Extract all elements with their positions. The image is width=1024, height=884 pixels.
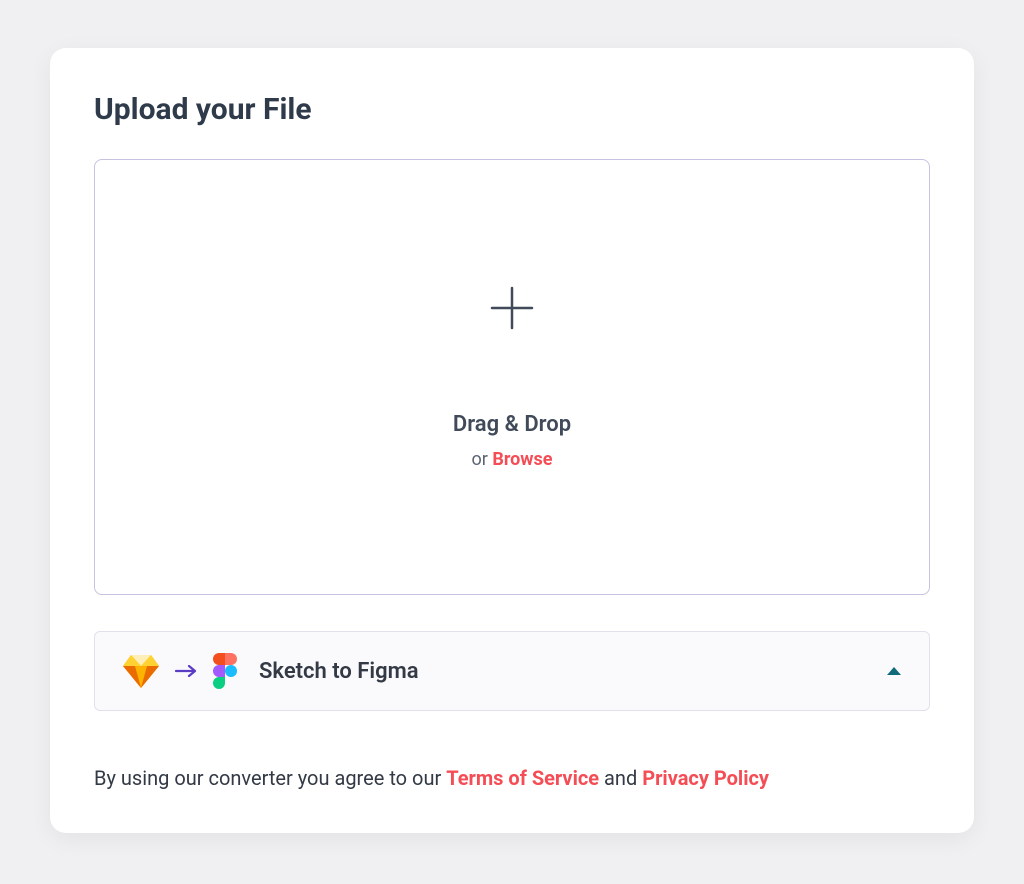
- or-label: or: [472, 449, 493, 470]
- converter-dropdown[interactable]: Sketch to Figma: [94, 631, 930, 711]
- sketch-icon: [123, 655, 159, 688]
- browse-link[interactable]: Browse: [492, 449, 552, 470]
- privacy-policy-link[interactable]: Privacy Policy: [642, 766, 769, 790]
- converter-selected-label: Sketch to Figma: [259, 659, 419, 684]
- plus-icon: [488, 284, 536, 332]
- caret-up-icon: [887, 667, 901, 675]
- file-dropzone[interactable]: Drag & Drop or Browse: [94, 159, 930, 595]
- arrow-right-icon: [175, 665, 197, 677]
- terms-of-service-link[interactable]: Terms of Service: [446, 766, 599, 790]
- dropdown-left: Sketch to Figma: [123, 653, 419, 689]
- upload-card: Upload your File Drag & Drop or Browse: [50, 48, 974, 833]
- page-title: Upload your File: [94, 92, 930, 127]
- agreement-text: By using our converter you agree to our …: [94, 763, 930, 793]
- drag-drop-label: Drag & Drop: [453, 412, 571, 437]
- agreement-middle: and: [599, 766, 642, 790]
- figma-icon: [213, 653, 237, 689]
- agreement-prefix: By using our converter you agree to our: [94, 766, 446, 790]
- or-browse-text: or Browse: [472, 449, 553, 470]
